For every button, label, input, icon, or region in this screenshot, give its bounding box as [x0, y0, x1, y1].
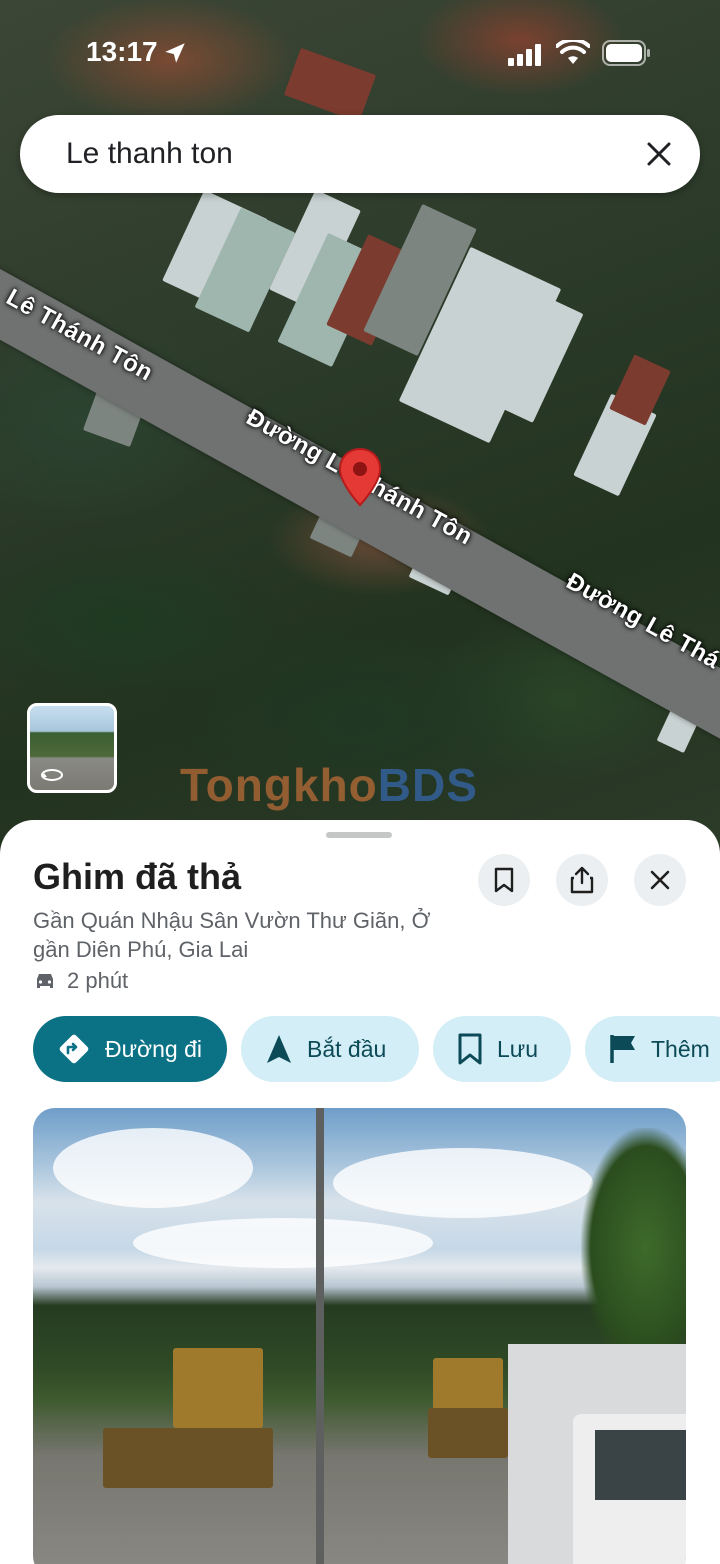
photo-cloud — [53, 1128, 253, 1208]
wifi-icon — [556, 40, 590, 64]
drive-time: 2 phút — [33, 968, 128, 994]
search-bar[interactable]: Le thanh ton — [20, 115, 700, 193]
close-sheet-button[interactable] — [634, 854, 686, 906]
start-button[interactable]: Bắt đầu — [241, 1016, 419, 1082]
photo-cloud — [333, 1148, 593, 1218]
photo-truck-window — [595, 1430, 686, 1500]
drive-time-text: 2 phút — [67, 968, 129, 993]
share-button[interactable] — [556, 854, 608, 906]
rotate-360-icon — [41, 769, 63, 781]
status-bar: 13:17 — [0, 0, 720, 100]
cellular-signal-icon — [508, 44, 541, 66]
place-sheet: Ghim đã thả Gần Quán Nhậu Sân Vườn Thư G… — [0, 820, 720, 1564]
street-photo[interactable] — [33, 1108, 686, 1564]
close-icon[interactable] — [642, 137, 676, 171]
more-button[interactable]: Thêm — [585, 1016, 720, 1082]
photo-excavator — [103, 1428, 273, 1488]
photo-cloud — [133, 1218, 433, 1268]
car-icon — [37, 974, 53, 988]
directions-icon — [59, 1034, 89, 1064]
close-icon — [650, 870, 670, 890]
photo-tree — [581, 1128, 686, 1368]
navigation-arrow-icon — [267, 1035, 291, 1063]
dropped-pin-icon[interactable] — [337, 447, 383, 509]
battery-icon — [602, 40, 650, 66]
directions-button[interactable]: Đường đi — [33, 1016, 227, 1082]
photo-pole — [316, 1108, 324, 1564]
street-view-thumbnail[interactable] — [27, 703, 117, 793]
drag-handle[interactable] — [326, 832, 392, 838]
save-label: Lưu — [497, 1035, 538, 1062]
status-time: 13:17 — [86, 36, 158, 67]
directions-label: Đường đi — [105, 1035, 202, 1062]
search-input[interactable]: Le thanh ton — [66, 137, 233, 171]
flag-icon — [610, 1035, 635, 1063]
photo-blade — [428, 1408, 508, 1458]
place-address: Gần Quán Nhậu Sân Vườn Thư Giãn, Ở gần D… — [33, 908, 431, 962]
photo-bulldozer — [173, 1348, 263, 1428]
watermark-logo: TongkhoBDS — [180, 759, 478, 811]
save-button[interactable]: Lưu — [433, 1016, 571, 1082]
location-arrow-icon — [165, 43, 185, 63]
bookmark-icon — [494, 867, 514, 893]
share-icon — [570, 866, 594, 894]
more-label: Thêm — [651, 1035, 710, 1062]
bookmark-icon — [458, 1033, 482, 1065]
bookmark-button[interactable] — [478, 854, 530, 906]
start-label: Bắt đầu — [307, 1035, 387, 1062]
place-title: Ghim đã thả — [33, 856, 242, 897]
